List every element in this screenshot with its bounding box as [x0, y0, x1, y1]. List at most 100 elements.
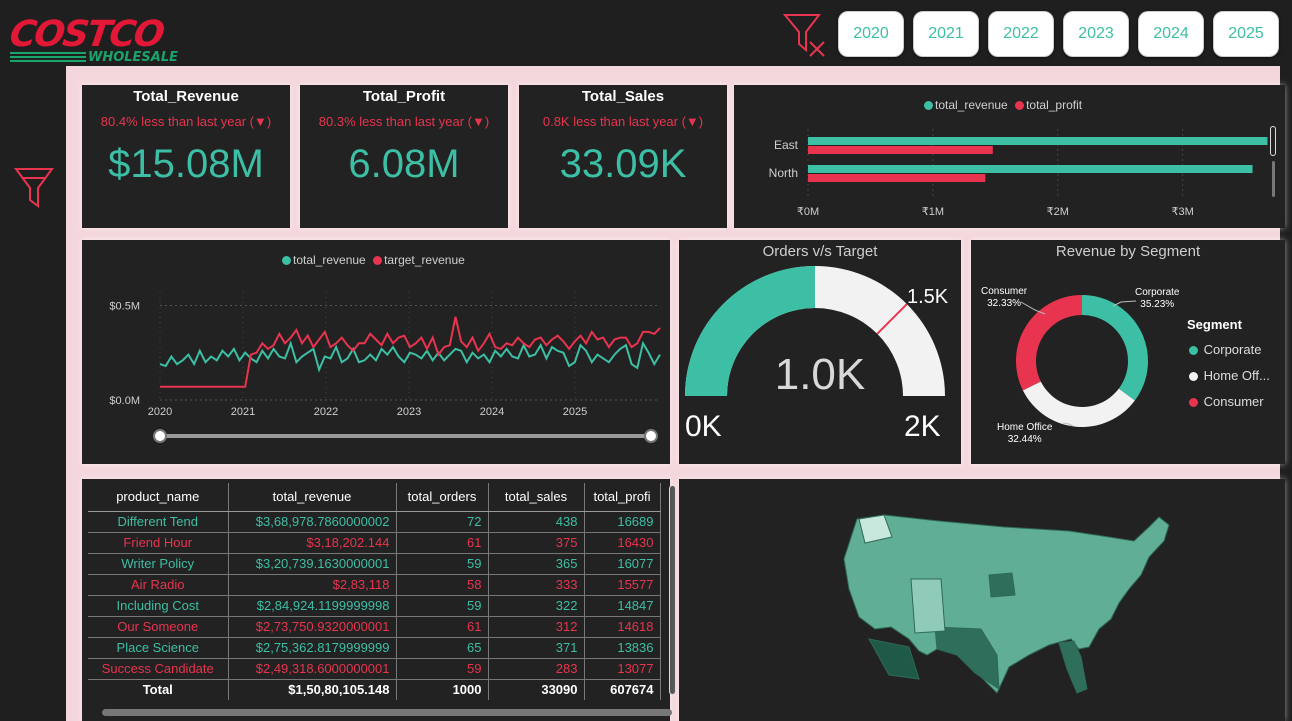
year-button-2020[interactable]: 2020	[838, 11, 904, 57]
table-cell: $3,18,202.144	[228, 532, 397, 554]
legend-item[interactable]: Corporate	[1189, 337, 1270, 363]
bar-total_profit-north[interactable]	[808, 174, 986, 182]
table-row[interactable]: Place Science $2,75,362.8179999999 65 371 13…	[88, 637, 661, 659]
table-cell: $2,84,924.1199999998	[228, 595, 397, 617]
year-button-2022[interactable]: 2022	[988, 11, 1054, 57]
table-row[interactable]: Friend Hour $3,18,202.144 61 375 16430	[88, 532, 661, 554]
product-table: product_name total_revenue total_orders tot…	[88, 483, 664, 709]
orders-gauge-card[interactable]: Orders v/s Target 1.0K 1.5K 0K 2K	[679, 240, 961, 464]
slider-handle-start[interactable]	[153, 429, 167, 443]
year-button-2023[interactable]: 2023	[1063, 11, 1129, 57]
y-category-label: North	[769, 166, 798, 180]
kpi-change: 0.8K less than last year (▼)	[542, 114, 704, 129]
kpi-card-profit[interactable]: Total_Profit 80.3% less than last year (…	[300, 85, 508, 228]
gauge-max-label: 2K	[904, 410, 941, 443]
us-state-map[interactable]	[679, 479, 1285, 721]
legend-item[interactable]: Home Off...	[1189, 363, 1270, 389]
kpi-change: 80.3% less than last year (▼)	[318, 114, 490, 129]
date-range-slider[interactable]	[160, 434, 652, 438]
table-cell: $2,75,362.8179999999	[228, 637, 397, 659]
x-tick-label: ₹1M	[922, 206, 944, 218]
legend-item[interactable]: Consumer	[1189, 389, 1270, 415]
column-header-total-profi[interactable]: total_profi	[584, 483, 661, 512]
table-cell: Success Candidate	[88, 658, 229, 680]
donut-label-home-office: Home Office 32.44%	[997, 422, 1053, 445]
x-tick-label: ₹2M	[1047, 206, 1069, 218]
table-cell: Air Radio	[88, 574, 229, 596]
table-cell: 61	[396, 532, 489, 554]
donut-label-corporate: Corporate 35.23%	[1135, 287, 1180, 310]
segment-donut-card[interactable]: Revenue by Segment Consumer 32.33% Corpo…	[971, 240, 1285, 464]
column-header-total-sales[interactable]: total_sales	[488, 483, 585, 512]
x-tick-label: 2020	[148, 406, 172, 418]
sidebar	[0, 66, 66, 721]
table-cell: Writer Policy	[88, 553, 229, 575]
table-row[interactable]: Success Candidate $2,49,318.6000000001 59 2…	[88, 658, 661, 680]
scrollbar[interactable]	[1270, 126, 1276, 156]
gauge-value: 1.0K	[774, 350, 866, 399]
legend-dot	[1189, 398, 1198, 407]
kpi-title: Total_Profit	[362, 88, 446, 105]
x-tick-label: 2022	[314, 406, 338, 418]
gauge-target-label: 1.5K	[907, 286, 949, 308]
table-row[interactable]: Air Radio $2,83,118 58 333 15577	[88, 574, 661, 596]
x-tick-label: 2023	[397, 406, 421, 418]
table-vertical-scrollbar[interactable]	[669, 485, 676, 695]
kpi-value: 33.09K	[559, 142, 687, 186]
x-tick-label: 2021	[231, 406, 255, 418]
kpi-change: 80.4% less than last year (▼)	[100, 114, 272, 129]
slider-handle-end[interactable]	[644, 429, 658, 443]
bar-total_revenue-north[interactable]	[808, 165, 1253, 173]
kpi-card-revenue[interactable]: Total_Revenue 80.4% less than last year …	[82, 85, 290, 228]
table-cell: 15577	[584, 574, 661, 596]
product-table-card[interactable]: product_name total_revenue total_orders tot…	[82, 479, 676, 721]
table-cell: 61	[396, 616, 489, 638]
table-cell: 59	[396, 595, 489, 617]
table-total-cell: Total	[88, 679, 229, 700]
donut-slice-home-office[interactable]	[1022, 381, 1135, 428]
table-cell: Place Science	[88, 637, 229, 659]
legend-dot	[1189, 372, 1198, 381]
bar-total_revenue-east[interactable]	[808, 137, 1268, 145]
table-row[interactable]: Our Someone $2,73,750.9320000001 61 312 1461…	[88, 616, 661, 638]
table-cell: 14618	[584, 616, 661, 638]
clear-filter-icon[interactable]	[782, 12, 830, 60]
table-body: Different Tend $3,68,978.7860000002 72 438 1…	[88, 511, 661, 700]
region-bar-chart[interactable]: total_revenue total_profit ₹0M ₹1M ₹2M ₹3M E…	[734, 85, 1285, 228]
column-header-product-name[interactable]: product_name	[88, 483, 229, 512]
table-total-cell: $1,50,80,105.148	[228, 679, 397, 700]
legend-title: Segment	[1187, 317, 1242, 332]
scrollbar-track[interactable]	[1272, 161, 1275, 197]
legend-dot	[1189, 346, 1198, 355]
kpi-card-sales[interactable]: Total_Sales 0.8K less than last year (▼)…	[519, 85, 727, 228]
table-cell: 365	[488, 553, 585, 575]
column-header-total-revenue[interactable]: total_revenue	[228, 483, 397, 512]
table: product_name total_revenue total_orders tot…	[88, 483, 661, 700]
table-total-row: Total $1,50,80,105.148 1000 33090 607674	[88, 679, 661, 700]
table-cell: 72	[396, 511, 489, 533]
table-horizontal-scrollbar[interactable]	[102, 709, 672, 716]
filter-pane-icon[interactable]	[14, 166, 54, 210]
table-cell: 13836	[584, 637, 661, 659]
year-button-2024[interactable]: 2024	[1138, 11, 1204, 57]
table-total-cell: 1000	[396, 679, 489, 700]
x-tick-label: ₹3M	[1171, 206, 1193, 218]
table-row[interactable]: Different Tend $3,68,978.7860000002 72 438 1…	[88, 511, 661, 533]
revenue-trend-chart[interactable]: total_revenue target_revenue $0.0M $0.5M 2…	[82, 240, 670, 464]
table-total-cell: 607674	[584, 679, 661, 700]
bar-total_profit-east[interactable]	[808, 146, 993, 154]
top-bar: COSTCO WHOLESALE 2020 2021 2022 2023 2024 202…	[0, 0, 1292, 66]
table-row[interactable]: Writer Policy $3,20,739.1630000001 59 365 16…	[88, 553, 661, 575]
table-header: product_name total_revenue total_orders tot…	[88, 483, 661, 512]
column-header-total-orders[interactable]: total_orders	[396, 483, 489, 512]
x-tick-label: 2024	[480, 406, 504, 418]
region-bar-plot: ₹0M ₹1M ₹2M ₹3M East North	[769, 129, 1268, 218]
table-row[interactable]: Including Cost $2,84,924.1199999998 59 322 1…	[88, 595, 661, 617]
kpi-value: 6.08M	[348, 142, 460, 186]
kpi-value: $15.08M	[108, 142, 264, 186]
us-state-map-card[interactable]	[679, 479, 1285, 721]
year-button-2025[interactable]: 2025	[1213, 11, 1279, 57]
costco-logo: COSTCO WHOLESALE	[7, 14, 179, 65]
year-button-2021[interactable]: 2021	[913, 11, 979, 57]
table-cell: Friend Hour	[88, 532, 229, 554]
